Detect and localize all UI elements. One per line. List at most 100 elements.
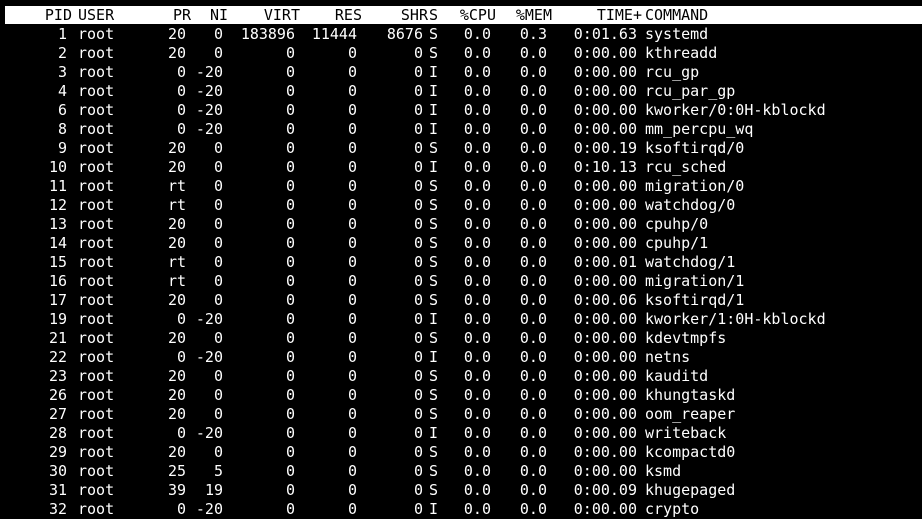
process-cpu: 0.0 — [463, 424, 491, 442]
process-priority: 0 — [176, 348, 186, 366]
process-row[interactable]: 13 root 20 0 0 0 0 S 0.0 0.0 0:00.00 cpuhp/0 — [0, 215, 922, 234]
process-user: root — [78, 424, 115, 442]
process-cpu: 0.0 — [463, 82, 491, 100]
process-time: 0:00.00 — [573, 424, 637, 442]
process-pid: 22 — [48, 348, 67, 366]
process-state: S — [429, 329, 439, 347]
process-row[interactable]: 11 root rt 0 0 0 0 S 0.0 0.0 0:00.00 migration/0 — [0, 177, 922, 196]
process-priority: 20 — [167, 44, 186, 62]
process-nice: 0 — [213, 386, 223, 404]
process-virt: 0 — [285, 405, 295, 423]
process-mem: 0.0 — [519, 82, 547, 100]
process-mem: 0.0 — [519, 234, 547, 252]
process-pid: 14 — [48, 234, 67, 252]
process-res: 0 — [347, 291, 357, 309]
process-res: 0 — [347, 367, 357, 385]
process-row[interactable]: 30 root 25 5 0 0 0 S 0.0 0.0 0:00.00 ksmd — [0, 462, 922, 481]
process-command: netns — [645, 348, 691, 366]
process-priority: 0 — [176, 500, 186, 518]
column-header-time[interactable]: TIME+ — [597, 6, 642, 24]
process-nice: -20 — [195, 101, 223, 119]
process-row[interactable]: 22 root 0 -20 0 0 0 I 0.0 0.0 0:00.00 netns — [0, 348, 922, 367]
process-row[interactable]: 16 root rt 0 0 0 0 S 0.0 0.0 0:00.00 migration/1 — [0, 272, 922, 291]
process-cpu: 0.0 — [463, 234, 491, 252]
process-command: mm_percpu_wq — [645, 120, 754, 138]
process-cpu: 0.0 — [463, 196, 491, 214]
process-row[interactable]: 12 root rt 0 0 0 0 S 0.0 0.0 0:00.00 watchdog/0 — [0, 196, 922, 215]
process-virt: 0 — [285, 481, 295, 499]
process-priority: rt — [167, 177, 186, 195]
column-header-pid[interactable]: PID — [45, 6, 72, 24]
process-row[interactable]: 19 root 0 -20 0 0 0 I 0.0 0.0 0:00.00 kworker/1:0H-… — [0, 310, 922, 329]
column-header-res[interactable]: RES — [335, 6, 362, 24]
process-shr: 0 — [413, 120, 423, 138]
process-pid: 32 — [48, 500, 67, 518]
column-header-state[interactable]: S — [429, 6, 438, 24]
process-cpu: 0.0 — [463, 443, 491, 461]
process-row[interactable]: 6 root 0 -20 0 0 0 I 0.0 0.0 0:00.00 kworker/0:0H-k… — [0, 101, 922, 120]
process-row[interactable]: 9 root 20 0 0 0 0 S 0.0 0.0 0:00.19 ksoftirqd/0 — [0, 139, 922, 158]
process-row[interactable]: 27 root 20 0 0 0 0 S 0.0 0.0 0:00.00 oom_reaper — [0, 405, 922, 424]
process-user: root — [78, 158, 115, 176]
process-command: kcompactd0 — [645, 443, 736, 461]
process-time: 0:00.00 — [573, 310, 637, 328]
process-row[interactable]: 8 root 0 -20 0 0 0 I 0.0 0.0 0:00.00 mm_percpu_wq — [0, 120, 922, 139]
process-pid: 16 — [48, 272, 67, 290]
column-header-pr[interactable]: PR — [173, 6, 191, 24]
process-shr: 0 — [413, 139, 423, 157]
process-user: root — [78, 272, 115, 290]
process-row[interactable]: 17 root 20 0 0 0 0 S 0.0 0.0 0:00.06 ksoftirqd/1 — [0, 291, 922, 310]
process-row[interactable]: 21 root 20 0 0 0 0 S 0.0 0.0 0:00.00 kdevtmpfs — [0, 329, 922, 348]
process-state: S — [429, 405, 439, 423]
process-command: ksoftirqd/0 — [645, 139, 745, 157]
process-cpu: 0.0 — [463, 405, 491, 423]
column-header-mem[interactable]: %MEM — [516, 6, 552, 24]
process-command: writeback — [645, 424, 727, 442]
process-command: rcu_par_gp — [645, 82, 736, 100]
process-time: 0:01.63 — [573, 25, 637, 43]
process-nice: -20 — [195, 424, 223, 442]
process-row[interactable]: 26 root 20 0 0 0 0 S 0.0 0.0 0:00.00 khungtaskd — [0, 386, 922, 405]
process-row[interactable]: 28 root 0 -20 0 0 0 I 0.0 0.0 0:00.00 writeback — [0, 424, 922, 443]
process-state: I — [429, 63, 439, 81]
process-state: I — [429, 82, 439, 100]
process-row[interactable]: 14 root 20 0 0 0 0 S 0.0 0.0 0:00.00 cpuhp/1 — [0, 234, 922, 253]
process-row[interactable]: 2 root 20 0 0 0 0 S 0.0 0.0 0:00.00 kthreadd — [0, 44, 922, 63]
process-row[interactable]: 31 root 39 19 0 0 0 S 0.0 0.0 0:00.09 khugepaged — [0, 481, 922, 500]
process-row[interactable]: 4 root 0 -20 0 0 0 I 0.0 0.0 0:00.00 rcu_par_gp — [0, 82, 922, 101]
process-virt: 0 — [285, 253, 295, 271]
column-header-cpu[interactable]: %CPU — [460, 6, 496, 24]
process-command: watchdog/1 — [645, 253, 736, 271]
process-cpu: 0.0 — [463, 272, 491, 290]
process-res: 0 — [347, 139, 357, 157]
process-pid: 23 — [48, 367, 67, 385]
process-row[interactable]: 3 root 0 -20 0 0 0 I 0.0 0.0 0:00.00 rcu_gp — [0, 63, 922, 82]
process-time: 0:00.00 — [573, 329, 637, 347]
process-priority: 20 — [167, 329, 186, 347]
column-header-user[interactable]: USER — [78, 6, 114, 24]
process-row[interactable]: 1 root 20 0 183896 11444 8676 S 0.0 0.3 0:01.63 sys… — [0, 25, 922, 44]
process-row[interactable]: 15 root rt 0 0 0 0 S 0.0 0.0 0:00.01 watchdog/1 — [0, 253, 922, 272]
process-virt: 0 — [285, 82, 295, 100]
process-command: khugepaged — [645, 481, 736, 499]
process-row[interactable]: 29 root 20 0 0 0 0 S 0.0 0.0 0:00.00 kcompactd0 — [0, 443, 922, 462]
process-state: S — [429, 291, 439, 309]
process-cpu: 0.0 — [463, 462, 491, 480]
process-time: 0:00.00 — [573, 500, 637, 518]
process-user: root — [78, 44, 115, 62]
process-shr: 0 — [413, 443, 423, 461]
process-nice: 0 — [213, 139, 223, 157]
process-virt: 0 — [285, 462, 295, 480]
process-time: 0:00.00 — [573, 44, 637, 62]
process-row[interactable]: 10 root 20 0 0 0 0 I 0.0 0.0 0:10.13 rcu_sched — [0, 158, 922, 177]
process-row[interactable]: 32 root 0 -20 0 0 0 I 0.0 0.0 0:00.00 crypto — [0, 500, 922, 519]
column-header-shr[interactable]: SHR — [401, 6, 428, 24]
process-user: root — [78, 196, 115, 214]
column-header-virt[interactable]: VIRT — [264, 6, 300, 24]
process-time: 0:00.19 — [573, 139, 637, 157]
column-header-ni[interactable]: NI — [210, 6, 228, 24]
column-header-command[interactable]: COMMAND — [645, 6, 708, 24]
process-user: root — [78, 25, 115, 43]
process-shr: 0 — [413, 158, 423, 176]
process-row[interactable]: 23 root 20 0 0 0 0 S 0.0 0.0 0:00.00 kauditd — [0, 367, 922, 386]
